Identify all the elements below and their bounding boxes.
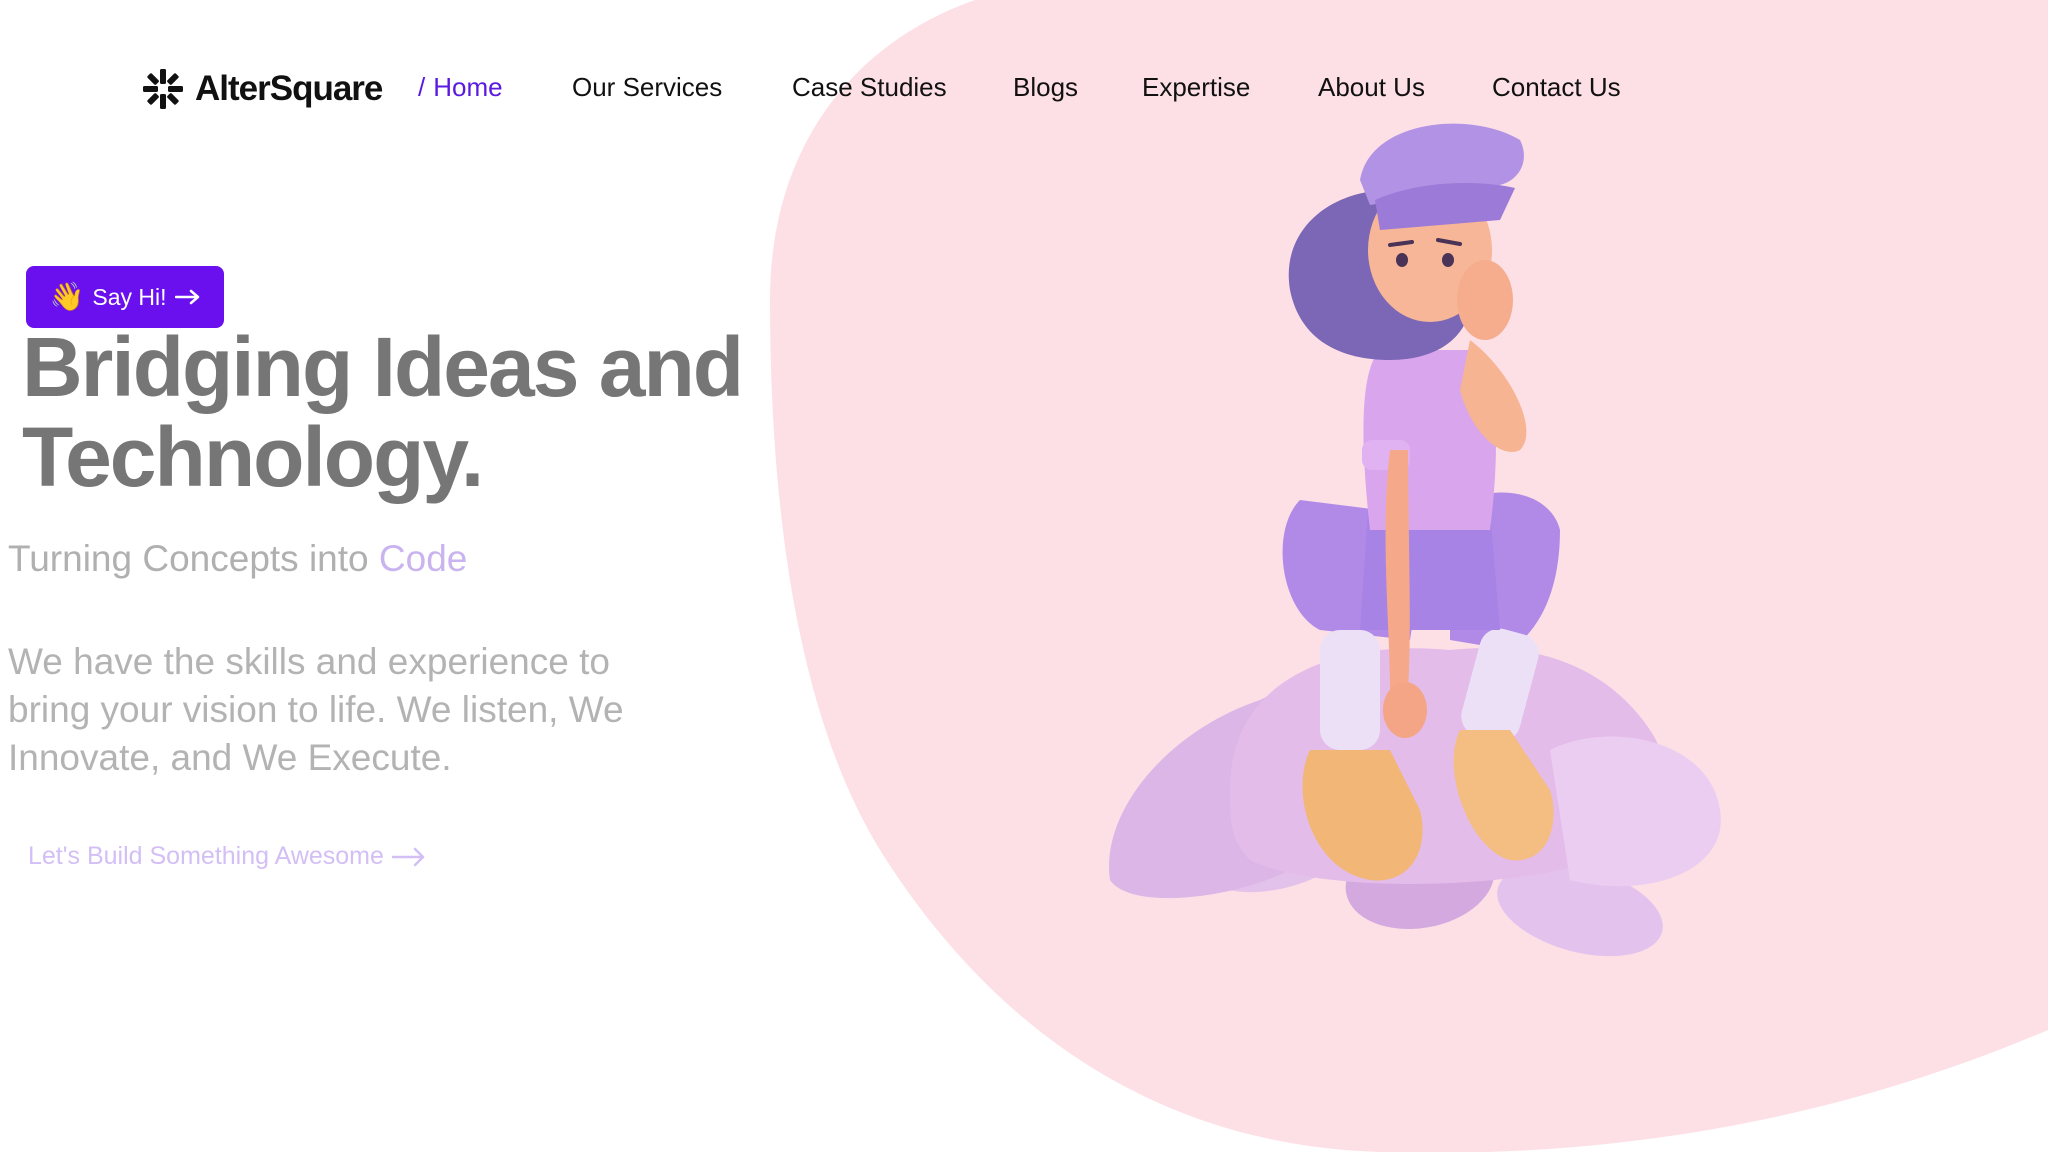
hero-headline: Bridging Ideas and Technology.	[22, 320, 744, 504]
hero-description: We have the skills and experience to bri…	[8, 638, 708, 782]
subtitle-accent: Code	[378, 538, 468, 579]
headline-line-1: Bridging Ideas and	[22, 320, 744, 414]
say-hi-label: Say Hi!	[92, 283, 167, 310]
nav-blogs[interactable]: Blogs	[1013, 72, 1078, 103]
spark-burst-icon	[143, 69, 183, 109]
nav-our-services[interactable]: Our Services	[572, 72, 722, 103]
girl-sitting-on-rocks-illustration	[1109, 123, 1721, 957]
hero-subtitle: Turning Concepts into Code	[8, 538, 467, 580]
description-line-2: bring your vision to life. We listen, We	[8, 689, 624, 730]
subtitle-prefix: Turning Concepts into	[8, 538, 369, 579]
nav-contact-us[interactable]: Contact Us	[1492, 72, 1621, 103]
nav-home-label: Home	[433, 72, 503, 102]
nav-case-studies[interactable]: Case Studies	[792, 72, 947, 103]
arrow-right-icon	[391, 847, 425, 866]
description-line-1: We have the skills and experience to	[8, 641, 610, 682]
nav-expertise[interactable]: Expertise	[1142, 72, 1250, 103]
nav-home[interactable]: / Home	[418, 72, 503, 103]
brand-name: AlterSquare	[195, 69, 383, 108]
nav-about-us[interactable]: About Us	[1318, 72, 1425, 103]
cta-label: Let's Build Something Awesome	[28, 842, 384, 870]
headline-line-2: Technology.	[22, 410, 484, 504]
brand-logo[interactable]: AlterSquare	[141, 66, 383, 112]
arrow-right-icon	[174, 289, 199, 305]
cta-link[interactable]: Let's Build Something Awesome	[28, 842, 426, 871]
description-line-3: Innovate, and We Execute.	[8, 737, 452, 778]
nav-active-slash: /	[418, 72, 426, 102]
waving-hand-icon: 👋	[49, 281, 85, 312]
say-hi-button[interactable]: 👋 Say Hi!	[26, 266, 224, 328]
